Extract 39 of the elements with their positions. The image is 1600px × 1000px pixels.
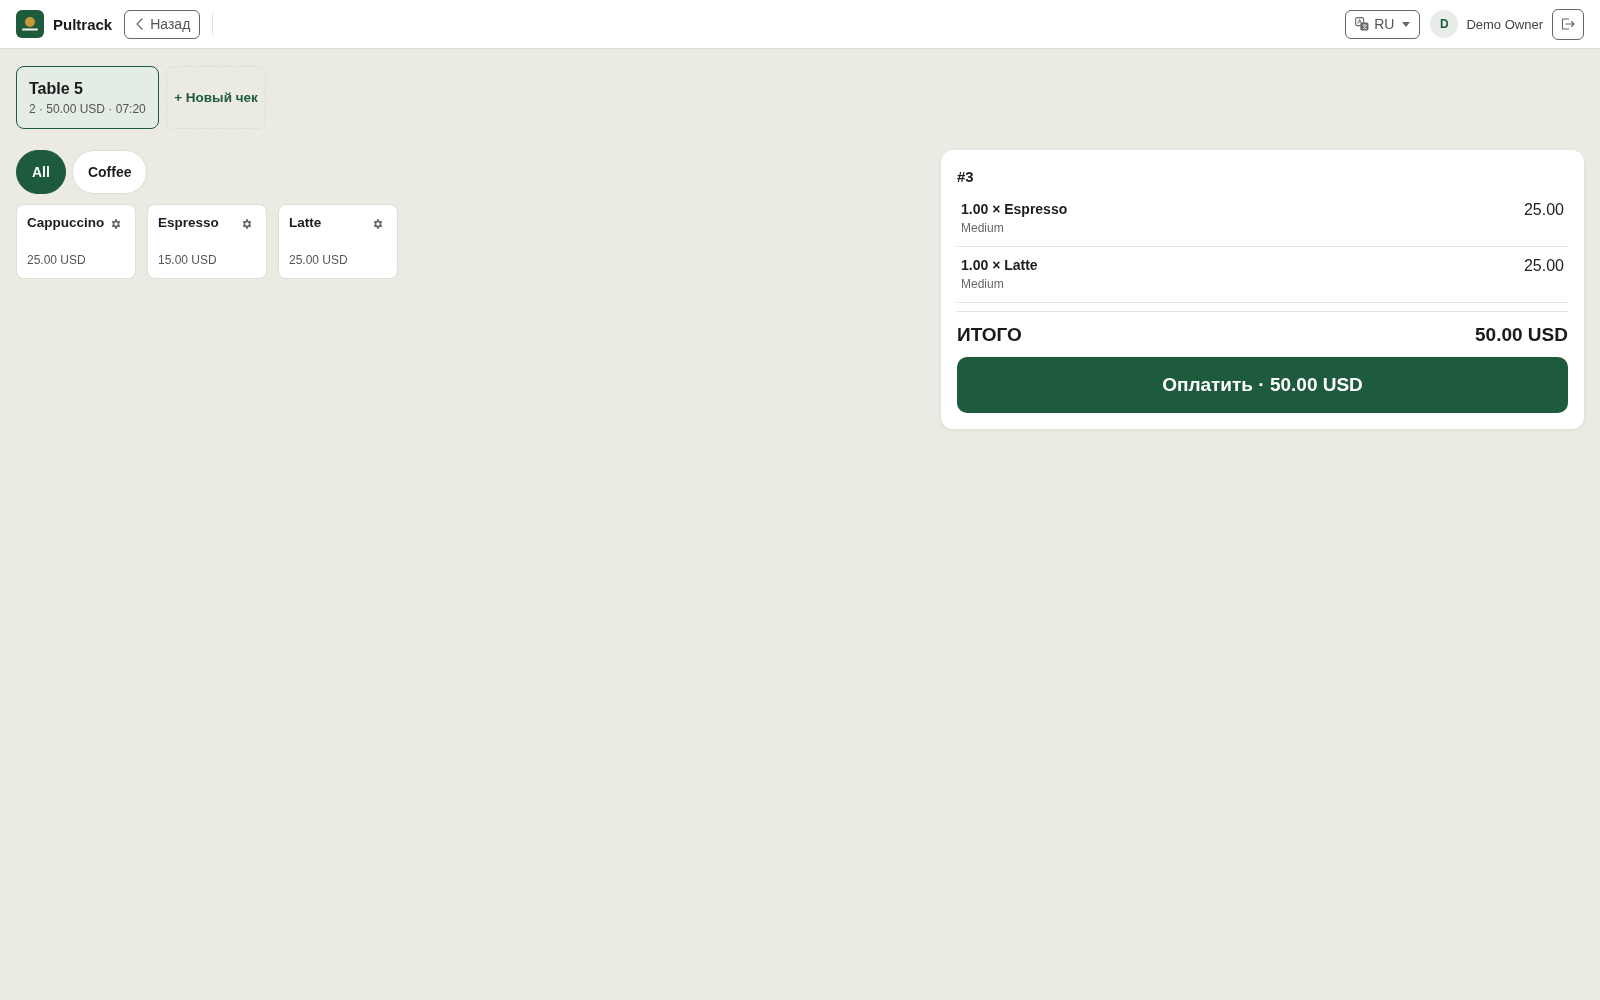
total-amount: 50.00 USD <box>1475 324 1568 346</box>
logout-button[interactable] <box>1552 8 1584 40</box>
order-item: 1.00 × Espresso <box>961 201 1068 217</box>
language-button[interactable]: RU <box>1345 9 1421 39</box>
new-ticket-button[interactable]: + Новый чек <box>166 66 266 129</box>
item-amount: 25.00 <box>1523 201 1564 219</box>
category-tab[interactable]: All <box>16 150 66 194</box>
product-name: Cappuccino <box>27 215 105 230</box>
product-card[interactable]: Cappuccino 25.00 USD <box>16 204 136 279</box>
category-tab[interactable]: Coffee <box>71 150 148 194</box>
ticket-details: 2 · 50.00 USD · 07:20 <box>29 101 146 116</box>
chevron-left-icon <box>136 18 144 30</box>
item-amount: 25.00 <box>1523 257 1564 275</box>
item-modifier: Medium <box>961 221 1005 235</box>
order-number: #3 <box>957 168 975 185</box>
item-modifier: Medium <box>961 277 1005 291</box>
back-button[interactable]: Назад <box>124 9 201 39</box>
translate-icon <box>1355 17 1370 31</box>
product-name: Espresso <box>158 215 219 230</box>
logout-icon <box>1561 18 1575 30</box>
order-item: 1.00 × Latte <box>961 257 1038 273</box>
product-name: Latte <box>289 215 322 230</box>
ticket-card[interactable]: Table 5 2 · 50.00 USD · 07:20 <box>16 66 159 129</box>
gear-icon[interactable] <box>242 219 252 229</box>
product-card[interactable]: Espresso 15.00 USD <box>147 204 267 279</box>
pay-button[interactable]: Оплатить · 50.00 USD <box>957 357 1568 413</box>
product-price: 25.00 USD <box>27 253 87 267</box>
caret-down-icon <box>1402 21 1411 27</box>
ticket-title: Table 5 <box>29 79 83 98</box>
logo-icon <box>16 10 44 38</box>
user-name: Demo Owner <box>1466 16 1543 32</box>
gear-icon[interactable] <box>111 219 121 229</box>
user-avatar: D <box>1430 10 1459 38</box>
brand-name: Pultrack <box>53 15 113 33</box>
product-price: 15.00 USD <box>158 253 218 267</box>
product-price: 25.00 USD <box>289 253 349 267</box>
gear-icon[interactable] <box>373 219 383 229</box>
total-label: ИТОГО <box>957 324 1022 346</box>
product-card[interactable]: Latte 25.00 USD <box>278 204 398 279</box>
